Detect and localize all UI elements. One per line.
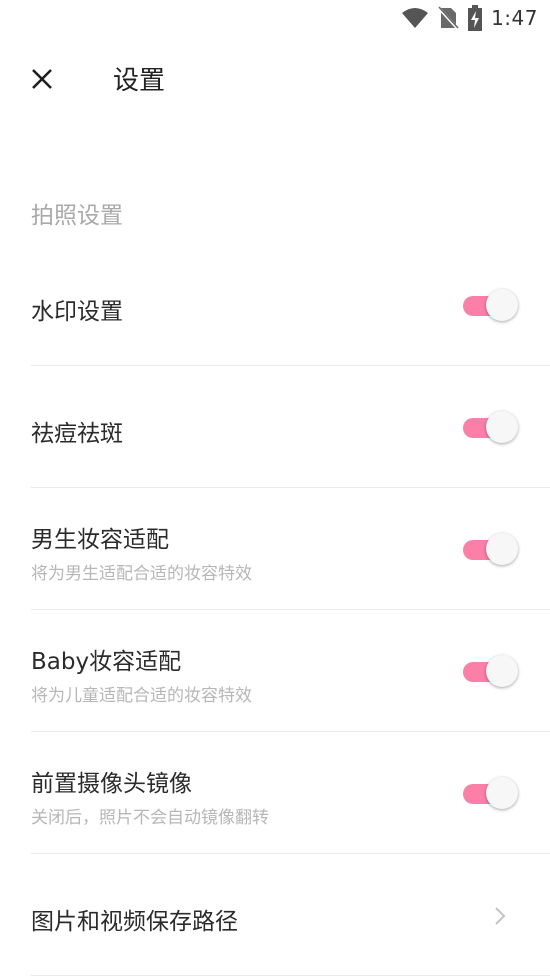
setting-title: 图片和视频保存路径 (31, 909, 238, 935)
watermark-toggle[interactable] (463, 288, 518, 322)
setting-title: Baby妆容适配 (31, 649, 182, 675)
status-icons: 1:47 (401, 4, 538, 32)
baby-makeup-toggle[interactable] (463, 654, 518, 688)
no-sim-icon (437, 6, 460, 30)
section-header-photo-settings: 拍照设置 (31, 203, 123, 229)
chevron-right-icon (495, 907, 506, 925)
setting-row-save-path[interactable]: 图片和视频保存路径 (0, 854, 550, 976)
front-camera-mirror-toggle[interactable] (463, 776, 518, 810)
setting-row-male-makeup[interactable]: 男生妆容适配 将为男生适配合适的妆容特效 (0, 488, 550, 610)
toggle-knob (486, 289, 518, 321)
setting-title: 祛痘祛斑 (31, 421, 123, 447)
close-button[interactable] (26, 63, 58, 95)
setting-title: 前置摄像头镜像 (31, 771, 192, 797)
status-time: 1:47 (491, 6, 538, 30)
toggle-knob (486, 411, 518, 443)
setting-subtitle: 将为男生适配合适的妆容特效 (31, 564, 252, 584)
toggle-knob (486, 777, 518, 809)
wifi-icon (402, 8, 429, 28)
blemish-removal-toggle[interactable] (463, 410, 518, 444)
toggle-knob (486, 655, 518, 687)
setting-row-baby-makeup[interactable]: Baby妆容适配 将为儿童适配合适的妆容特效 (0, 610, 550, 732)
setting-row-blemish-removal[interactable]: 祛痘祛斑 (0, 366, 550, 488)
setting-title: 水印设置 (31, 299, 123, 325)
toggle-knob (486, 533, 518, 565)
setting-row-front-camera-mirror[interactable]: 前置摄像头镜像 关闭后，照片不会自动镜像翻转 (0, 732, 550, 854)
status-bar: 1:47 (0, 0, 550, 36)
setting-subtitle: 关闭后，照片不会自动镜像翻转 (31, 808, 269, 828)
setting-subtitle: 将为儿童适配合适的妆容特效 (31, 686, 252, 706)
divider (31, 975, 550, 976)
toolbar: 设置 (0, 36, 550, 122)
page-title: 设置 (113, 66, 166, 96)
battery-charging-icon (468, 5, 483, 31)
setting-title: 男生妆容适配 (31, 527, 169, 553)
close-icon (32, 69, 52, 89)
male-makeup-toggle[interactable] (463, 532, 518, 566)
setting-row-watermark[interactable]: 水印设置 (0, 244, 550, 366)
